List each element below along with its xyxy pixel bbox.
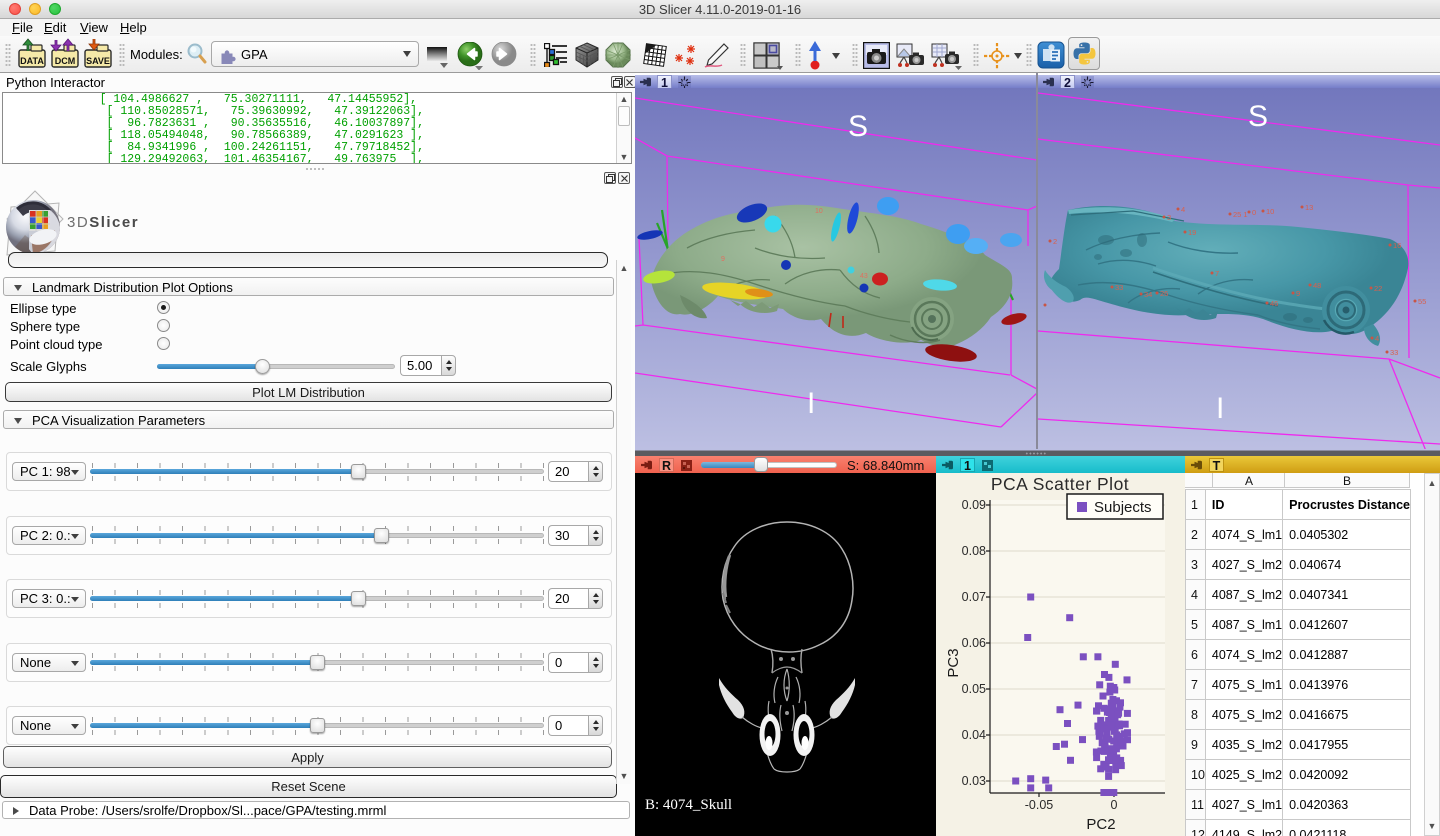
svg-text:13: 13 — [1305, 203, 1313, 212]
svg-text:0.03: 0.03 — [962, 774, 986, 788]
svg-text:22: 22 — [1374, 284, 1382, 293]
svg-text:43: 43 — [860, 273, 868, 280]
svg-text:I: I — [1216, 392, 1224, 425]
svg-text:0: 0 — [1252, 208, 1256, 217]
svg-text:Subjects: Subjects — [1094, 499, 1152, 516]
svg-text:10: 10 — [815, 208, 823, 215]
svg-text:10: 10 — [1266, 207, 1274, 216]
svg-text:S: S — [1248, 100, 1268, 133]
svg-text:48: 48 — [1313, 281, 1321, 290]
svg-text:S: S — [848, 110, 868, 143]
svg-text:PC3: PC3 — [945, 648, 962, 677]
svg-text:B: 4074_Skull: B: 4074_Skull — [645, 797, 732, 813]
svg-text:7: 7 — [1215, 269, 1219, 278]
svg-text:9: 9 — [721, 256, 725, 263]
svg-text:4: 4 — [1375, 334, 1379, 343]
svg-text:0: 0 — [1111, 798, 1118, 812]
svg-text:I: I — [807, 387, 815, 420]
svg-text:3: 3 — [1167, 213, 1171, 222]
svg-text:PCA Scatter Plot: PCA Scatter Plot — [991, 474, 1129, 494]
svg-text:34: 34 — [1144, 290, 1152, 299]
svg-text:16: 16 — [1393, 241, 1401, 250]
svg-text:0.06: 0.06 — [962, 636, 986, 650]
svg-text:25 1: 25 1 — [1233, 210, 1248, 219]
svg-text:0.08: 0.08 — [962, 544, 986, 558]
svg-text:DCM: DCM — [55, 56, 76, 66]
svg-text:-0.05: -0.05 — [1025, 798, 1054, 812]
svg-text:26: 26 — [1160, 289, 1168, 298]
svg-text:19: 19 — [1188, 228, 1196, 237]
svg-text:SAVE: SAVE — [86, 56, 110, 66]
svg-text:0.04: 0.04 — [962, 728, 986, 742]
svg-text:0.07: 0.07 — [962, 590, 986, 604]
svg-text:0.05: 0.05 — [962, 682, 986, 696]
svg-text:4: 4 — [1181, 205, 1185, 214]
svg-text:0.09: 0.09 — [962, 498, 986, 512]
svg-text:9: 9 — [1296, 289, 1300, 298]
svg-text:33: 33 — [1115, 283, 1123, 292]
svg-text:46: 46 — [1270, 299, 1278, 308]
svg-text:DATA: DATA — [20, 56, 44, 66]
svg-text:33: 33 — [1390, 348, 1398, 357]
svg-text:2: 2 — [1053, 237, 1057, 246]
svg-text:PC2: PC2 — [1086, 816, 1115, 833]
svg-text:55: 55 — [1418, 297, 1426, 306]
